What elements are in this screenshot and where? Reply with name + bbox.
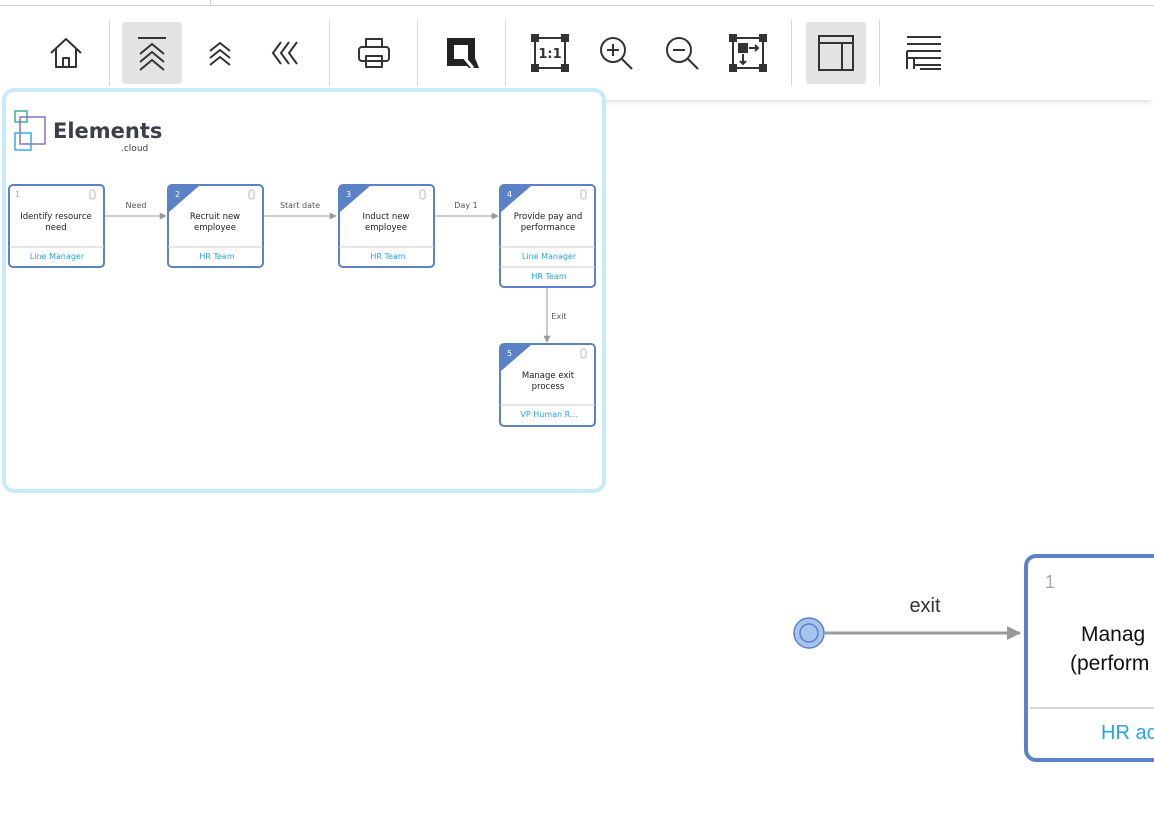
edge-label-exit: exit xyxy=(909,595,941,617)
minimap-node[interactable]: 2 Recruit new employee HR Team xyxy=(167,184,264,268)
go-back-button[interactable] xyxy=(255,22,315,84)
printer-icon xyxy=(358,38,390,68)
edge-label: Day 1 xyxy=(454,201,477,210)
svg-text:HR Team: HR Team xyxy=(531,272,566,281)
zoom-in-button[interactable] xyxy=(586,22,646,84)
print-button[interactable] xyxy=(344,22,404,84)
svg-text:Induct new: Induct new xyxy=(363,212,410,222)
svg-text:HR Team: HR Team xyxy=(199,252,234,261)
edge-label: Need xyxy=(126,201,147,210)
actual-size-button[interactable]: 1:1 xyxy=(520,22,580,84)
svg-text:Recruit new: Recruit new xyxy=(190,212,240,222)
node-number: 1 xyxy=(1045,572,1055,592)
go-up-button[interactable] xyxy=(190,22,250,84)
svg-text:2: 2 xyxy=(175,190,180,199)
svg-text:employee: employee xyxy=(194,223,236,233)
svg-text:1:1: 1:1 xyxy=(538,47,561,62)
start-event[interactable] xyxy=(793,617,825,649)
fit-to-screen-icon xyxy=(729,34,767,72)
edge-label: Start date xyxy=(280,201,320,210)
node-title-line2: (perform xyxy=(1070,652,1149,675)
minimap-diagram: Elements .cloud Need Start date Day 1 Ex… xyxy=(8,110,596,427)
node-title-line1: Manag xyxy=(1081,623,1145,646)
svg-text:Provide pay and: Provide pay and xyxy=(514,212,583,222)
svg-text:process: process xyxy=(532,382,565,392)
svg-text:Line Manager: Line Manager xyxy=(30,252,85,261)
minimap-overview[interactable]: Elements .cloud Need Start date Day 1 Ex… xyxy=(2,88,606,493)
svg-text:Elements: Elements xyxy=(53,119,162,143)
toolbar: 1:1 xyxy=(0,6,1154,100)
zoom-in-icon xyxy=(600,37,633,70)
svg-text:5: 5 xyxy=(507,349,512,358)
svg-text:employee: employee xyxy=(365,223,407,233)
svg-text:Identify resource: Identify resource xyxy=(20,212,92,222)
svg-text:VP Human R...: VP Human R... xyxy=(520,410,577,419)
panel-layout-button[interactable] xyxy=(806,22,866,84)
svg-text:performance: performance xyxy=(521,223,575,233)
svg-text:Line Manager: Line Manager xyxy=(522,252,577,261)
svg-text:HR Team: HR Team xyxy=(370,252,405,261)
double-chevron-up-icon xyxy=(209,41,231,66)
brand-button[interactable] xyxy=(432,22,492,84)
minimap-node[interactable]: 4 Provide pay and performance Line Manag… xyxy=(499,184,596,288)
double-chevron-up-bar-icon xyxy=(138,37,166,71)
node-role-link[interactable]: HR ac xyxy=(1101,722,1154,744)
triple-chevron-left-icon xyxy=(271,41,298,65)
process-node[interactable]: 1 Manag (perform HR ac xyxy=(1024,554,1154,762)
q-logo-icon xyxy=(447,38,479,69)
svg-text:.cloud: .cloud xyxy=(121,144,148,154)
home-icon xyxy=(50,38,82,68)
actual-size-icon: 1:1 xyxy=(531,34,569,72)
svg-text:Manage exit: Manage exit xyxy=(522,371,575,381)
list-outline-button[interactable] xyxy=(894,22,954,84)
fit-to-screen-button[interactable] xyxy=(718,22,778,84)
minimap-node[interactable]: 5 Manage exit process VP Human R... xyxy=(499,343,596,427)
zoom-out-icon xyxy=(666,37,699,70)
go-to-top-button[interactable] xyxy=(122,22,182,84)
svg-text:need: need xyxy=(45,223,66,233)
panel-layout-icon xyxy=(818,35,854,71)
home-button[interactable] xyxy=(36,22,96,84)
list-outline-icon xyxy=(906,36,941,70)
minimap-node[interactable]: 1 Identify resource need Line Manager xyxy=(8,184,105,268)
svg-text:4: 4 xyxy=(507,190,512,199)
elements-logo: Elements .cloud xyxy=(14,110,162,154)
minimap-node[interactable]: 3 Induct new employee HR Team xyxy=(338,184,435,268)
edge-label: Exit xyxy=(551,312,566,321)
svg-text:1: 1 xyxy=(15,190,20,199)
svg-text:3: 3 xyxy=(346,190,351,199)
zoom-out-button[interactable] xyxy=(652,22,712,84)
